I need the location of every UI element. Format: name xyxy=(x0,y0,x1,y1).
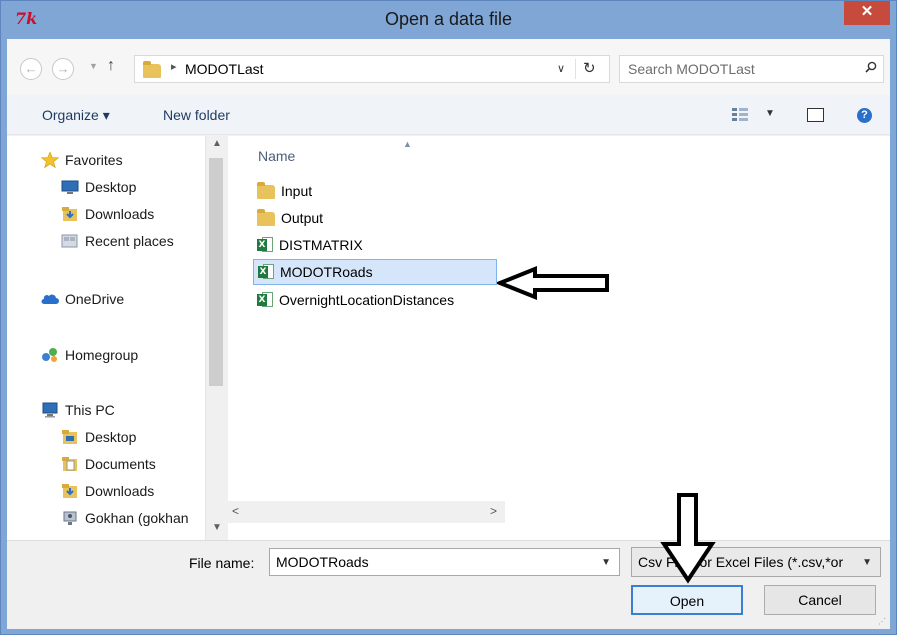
navigation-pane: Favorites Desktop Downloads Recent place… xyxy=(7,136,205,540)
file-item-modotroads-selected[interactable]: X MODOTRoads xyxy=(253,259,497,285)
documents-icon xyxy=(62,457,77,471)
nav-label: Homegroup xyxy=(65,347,139,363)
network-user-icon xyxy=(63,511,77,525)
nav-favorites-desktop[interactable]: Desktop xyxy=(61,179,136,195)
nav-thispc-documents[interactable]: Documents xyxy=(61,456,156,472)
excel-file-icon: X xyxy=(258,264,274,280)
file-item-output-folder[interactable]: Output xyxy=(253,205,497,231)
organize-menu[interactable]: Organize ▾ xyxy=(42,107,110,124)
file-name: Output xyxy=(281,210,324,226)
breadcrumb-separator-icon[interactable]: ▸ xyxy=(171,60,177,73)
nav-label: Desktop xyxy=(85,179,137,195)
nav-label: OneDrive xyxy=(65,291,125,307)
file-type-dropdown-icon[interactable]: ▼ xyxy=(862,557,872,568)
dialog-title: Open a data file xyxy=(384,9,513,29)
refresh-icon[interactable]: ↻ xyxy=(583,59,596,77)
file-name: MODOTRoads xyxy=(280,264,373,280)
folder-icon xyxy=(257,209,275,227)
address-dropdown-icon[interactable]: ∨ xyxy=(557,62,565,75)
nav-label: Downloads xyxy=(85,206,155,222)
nav-homegroup[interactable]: Homegroup xyxy=(41,347,138,363)
nav-label: Documents xyxy=(85,456,156,472)
search-placeholder: Search MODOTLast xyxy=(628,61,755,77)
view-options-icon[interactable] xyxy=(732,108,750,122)
nav-label: This PC xyxy=(65,402,115,418)
address-bar[interactable]: ▸ MODOTLast ∨ ↻ xyxy=(134,55,610,83)
dialog-body: ← → ▼ ↑ ▸ MODOTLast ∨ ↻ Search MODOTLast xyxy=(7,39,890,629)
nav-favorites[interactable]: Favorites xyxy=(41,152,123,168)
file-item-distmatrix[interactable]: X DISTMATRIX xyxy=(253,232,497,258)
recent-locations-chevron-icon[interactable]: ▼ xyxy=(89,61,98,71)
address-bar-row: ← → ▼ ↑ ▸ MODOTLast ∨ ↻ Search MODOTLast xyxy=(7,39,890,95)
nav-thispc-downloads[interactable]: Downloads xyxy=(61,483,154,499)
file-type-filter-select[interactable]: Csv Files or Excel Files (*.csv,*or ▼ xyxy=(631,547,881,577)
search-icon[interactable] xyxy=(865,61,877,73)
nav-label: Gokhan (gokhan xyxy=(85,510,189,526)
search-input[interactable]: Search MODOTLast xyxy=(619,55,884,83)
folder-icon xyxy=(257,182,275,200)
file-name-value: MODOTRoads xyxy=(276,554,369,570)
onedrive-icon xyxy=(41,294,59,304)
preview-pane-icon[interactable] xyxy=(807,108,824,122)
nav-favorites-downloads[interactable]: Downloads xyxy=(61,206,154,222)
scroll-right-icon[interactable]: > xyxy=(490,504,497,518)
nav-label: Recent places xyxy=(85,233,174,249)
recent-places-icon xyxy=(61,234,78,248)
nav-label: Downloads xyxy=(85,483,155,499)
help-icon[interactable]: ? xyxy=(857,108,872,123)
command-bar: Organize ▾ New folder ▼ ? xyxy=(7,95,890,135)
nav-label: Favorites xyxy=(65,152,123,168)
excel-file-icon: X xyxy=(257,237,273,253)
computer-icon xyxy=(42,402,58,418)
divider xyxy=(575,59,576,79)
view-dropdown-icon[interactable]: ▼ xyxy=(765,108,775,119)
excel-file-icon: X xyxy=(257,292,273,308)
navigation-scrollbar[interactable]: ▲ ▼ xyxy=(205,136,227,540)
downloads-icon xyxy=(62,207,77,221)
up-button[interactable]: ↑ xyxy=(107,57,115,75)
file-name-dropdown-icon[interactable]: ▼ xyxy=(601,557,611,568)
new-folder-button[interactable]: New folder xyxy=(163,107,230,123)
nav-favorites-recent-places[interactable]: Recent places xyxy=(61,233,174,249)
forward-button[interactable]: → xyxy=(52,58,74,80)
close-button[interactable]: ✕ xyxy=(844,1,890,25)
homegroup-icon xyxy=(42,348,57,362)
resize-grip-icon[interactable]: ⋰ xyxy=(878,617,888,627)
desktop-folder-icon xyxy=(62,430,77,444)
desktop-icon xyxy=(61,180,79,194)
downloads-icon xyxy=(62,484,77,498)
file-name-label: File name: xyxy=(189,555,255,571)
nav-this-pc[interactable]: This PC xyxy=(41,402,115,418)
file-item-overnightlocationdistances[interactable]: X OvernightLocationDistances xyxy=(253,287,497,313)
nav-thispc-desktop[interactable]: Desktop xyxy=(61,429,136,445)
breadcrumb-current[interactable]: MODOTLast xyxy=(185,61,264,77)
file-list-horizontal-scrollbar[interactable]: < > xyxy=(228,501,505,523)
name-column-header[interactable]: Name xyxy=(258,148,295,164)
title-bar[interactable]: 7k Open a data file ✕ xyxy=(1,1,896,39)
open-button[interactable]: Open xyxy=(631,585,743,615)
sort-ascending-icon: ▲ xyxy=(403,139,412,149)
file-name-input[interactable]: MODOTRoads ▼ xyxy=(269,548,620,576)
scroll-left-icon[interactable]: < xyxy=(232,504,239,518)
star-icon xyxy=(41,152,59,168)
file-list: Name ▲ Input Output X DISTMATRIX X MODOT… xyxy=(228,136,890,540)
open-file-dialog: 7k Open a data file ✕ ← → ▼ ↑ ▸ MODOTLas… xyxy=(0,0,897,635)
file-name-bar: File name: MODOTRoads ▼ Csv Files or Exc… xyxy=(7,540,890,629)
scroll-down-icon[interactable]: ▼ xyxy=(212,522,222,533)
file-item-input-folder[interactable]: Input xyxy=(253,178,497,204)
back-button[interactable]: ← xyxy=(20,58,42,80)
nav-label: Desktop xyxy=(85,429,137,445)
folder-icon xyxy=(143,60,161,78)
file-name: DISTMATRIX xyxy=(279,237,363,253)
file-name: OvernightLocationDistances xyxy=(279,292,455,308)
scroll-up-icon[interactable]: ▲ xyxy=(212,138,222,149)
cancel-button[interactable]: Cancel xyxy=(764,585,876,615)
nav-thispc-network-user[interactable]: Gokhan (gokhan xyxy=(61,510,189,526)
nav-onedrive[interactable]: OneDrive xyxy=(41,291,124,307)
file-name: Input xyxy=(281,183,313,199)
scrollbar-thumb[interactable] xyxy=(209,158,223,386)
file-type-filter-value: Csv Files or Excel Files (*.csv,*or xyxy=(638,554,844,570)
